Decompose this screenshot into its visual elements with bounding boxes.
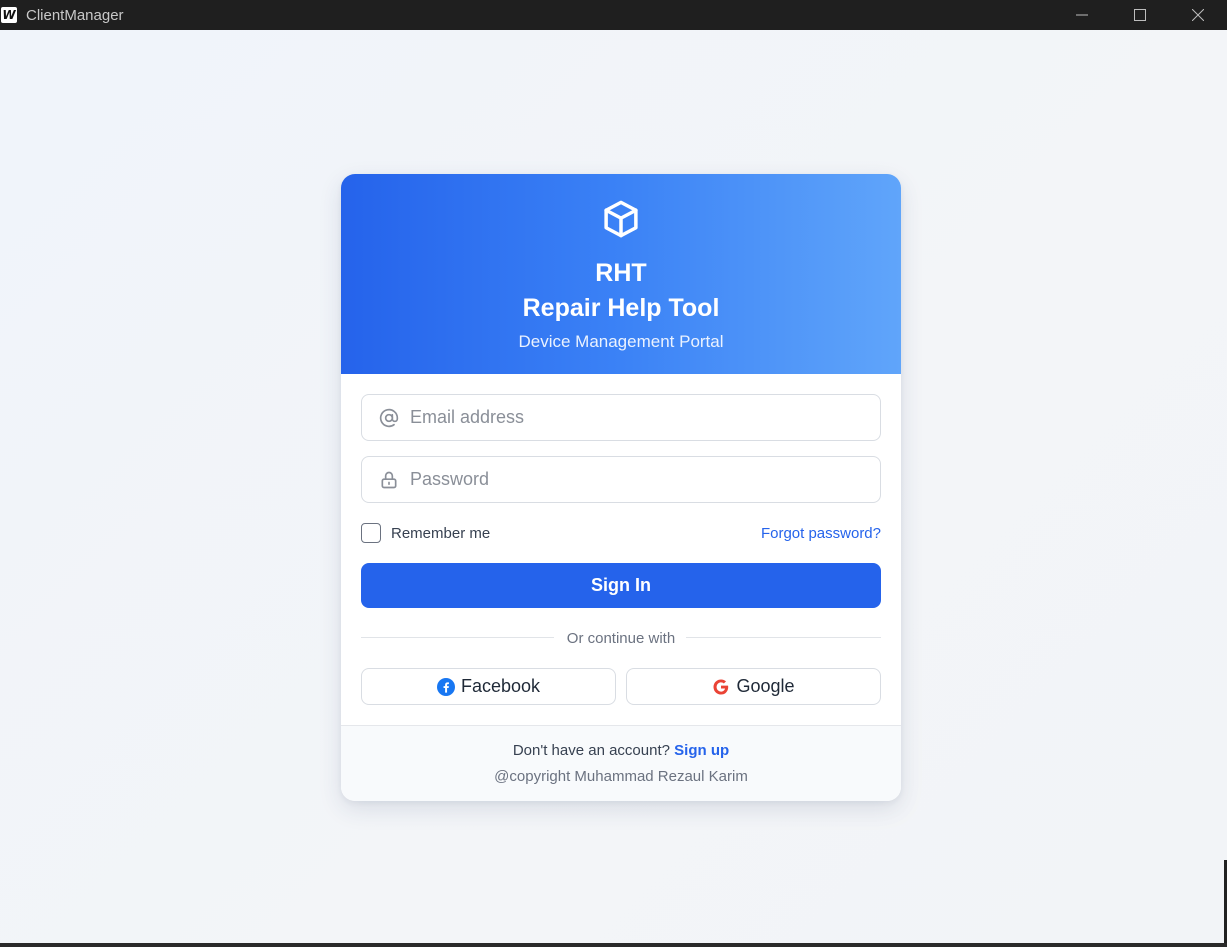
divider-text: Or continue with <box>566 630 676 647</box>
google-icon <box>712 678 730 696</box>
app-icon: W <box>1 7 17 23</box>
facebook-icon <box>436 677 455 696</box>
copyright-text: @copyright Muhammad Rezaul Karim <box>494 768 748 785</box>
window-titlebar: W ClientManager <box>0 0 1227 30</box>
close-icon <box>1192 9 1204 21</box>
google-button[interactable]: Google <box>626 668 881 705</box>
login-form: Remember me Forgot password? Sign In Or … <box>341 374 901 725</box>
remember-me-checkbox[interactable] <box>361 523 381 543</box>
sign-in-button[interactable]: Sign In <box>361 563 881 608</box>
cube-icon <box>604 200 638 238</box>
signup-prompt: Don't have an account? Sign up <box>341 742 901 759</box>
remember-me-label: Remember me <box>391 524 491 542</box>
divider-line-right <box>686 637 881 638</box>
forgot-password-link[interactable]: Forgot password? <box>761 525 881 542</box>
remember-me[interactable]: Remember me <box>361 523 490 543</box>
at-sign-icon <box>378 407 400 429</box>
window-body: RHT Repair Help Tool Device Management P… <box>0 30 1227 943</box>
window-title: ClientManager <box>26 6 124 24</box>
email-field[interactable] <box>361 394 881 441</box>
minimize-icon <box>1076 14 1088 16</box>
no-account-text: Don't have an account? <box>512 742 670 759</box>
taskbar-edge <box>0 943 1227 947</box>
card-header: RHT Repair Help Tool Device Management P… <box>341 174 901 374</box>
maximize-button[interactable] <box>1111 0 1169 30</box>
facebook-button[interactable]: Facebook <box>361 668 616 705</box>
maximize-icon <box>1134 9 1146 21</box>
email-input[interactable] <box>410 407 870 428</box>
card-footer: Don't have an account? Sign up @copyrigh… <box>341 725 901 801</box>
brand-subtitle: Device Management Portal <box>518 332 724 351</box>
minimize-button[interactable] <box>1053 0 1111 30</box>
close-button[interactable] <box>1169 0 1227 30</box>
window-controls <box>1053 0 1227 30</box>
facebook-label: Facebook <box>460 676 541 696</box>
brand-name: Repair Help Tool <box>522 294 720 322</box>
google-label: Google <box>736 676 795 696</box>
brand-short-name: RHT <box>595 259 647 287</box>
password-input[interactable] <box>410 469 870 490</box>
sign-up-link[interactable]: Sign up <box>674 742 729 759</box>
login-card: RHT Repair Help Tool Device Management P… <box>341 174 901 801</box>
password-field[interactable] <box>361 456 881 503</box>
lock-icon <box>378 469 400 491</box>
